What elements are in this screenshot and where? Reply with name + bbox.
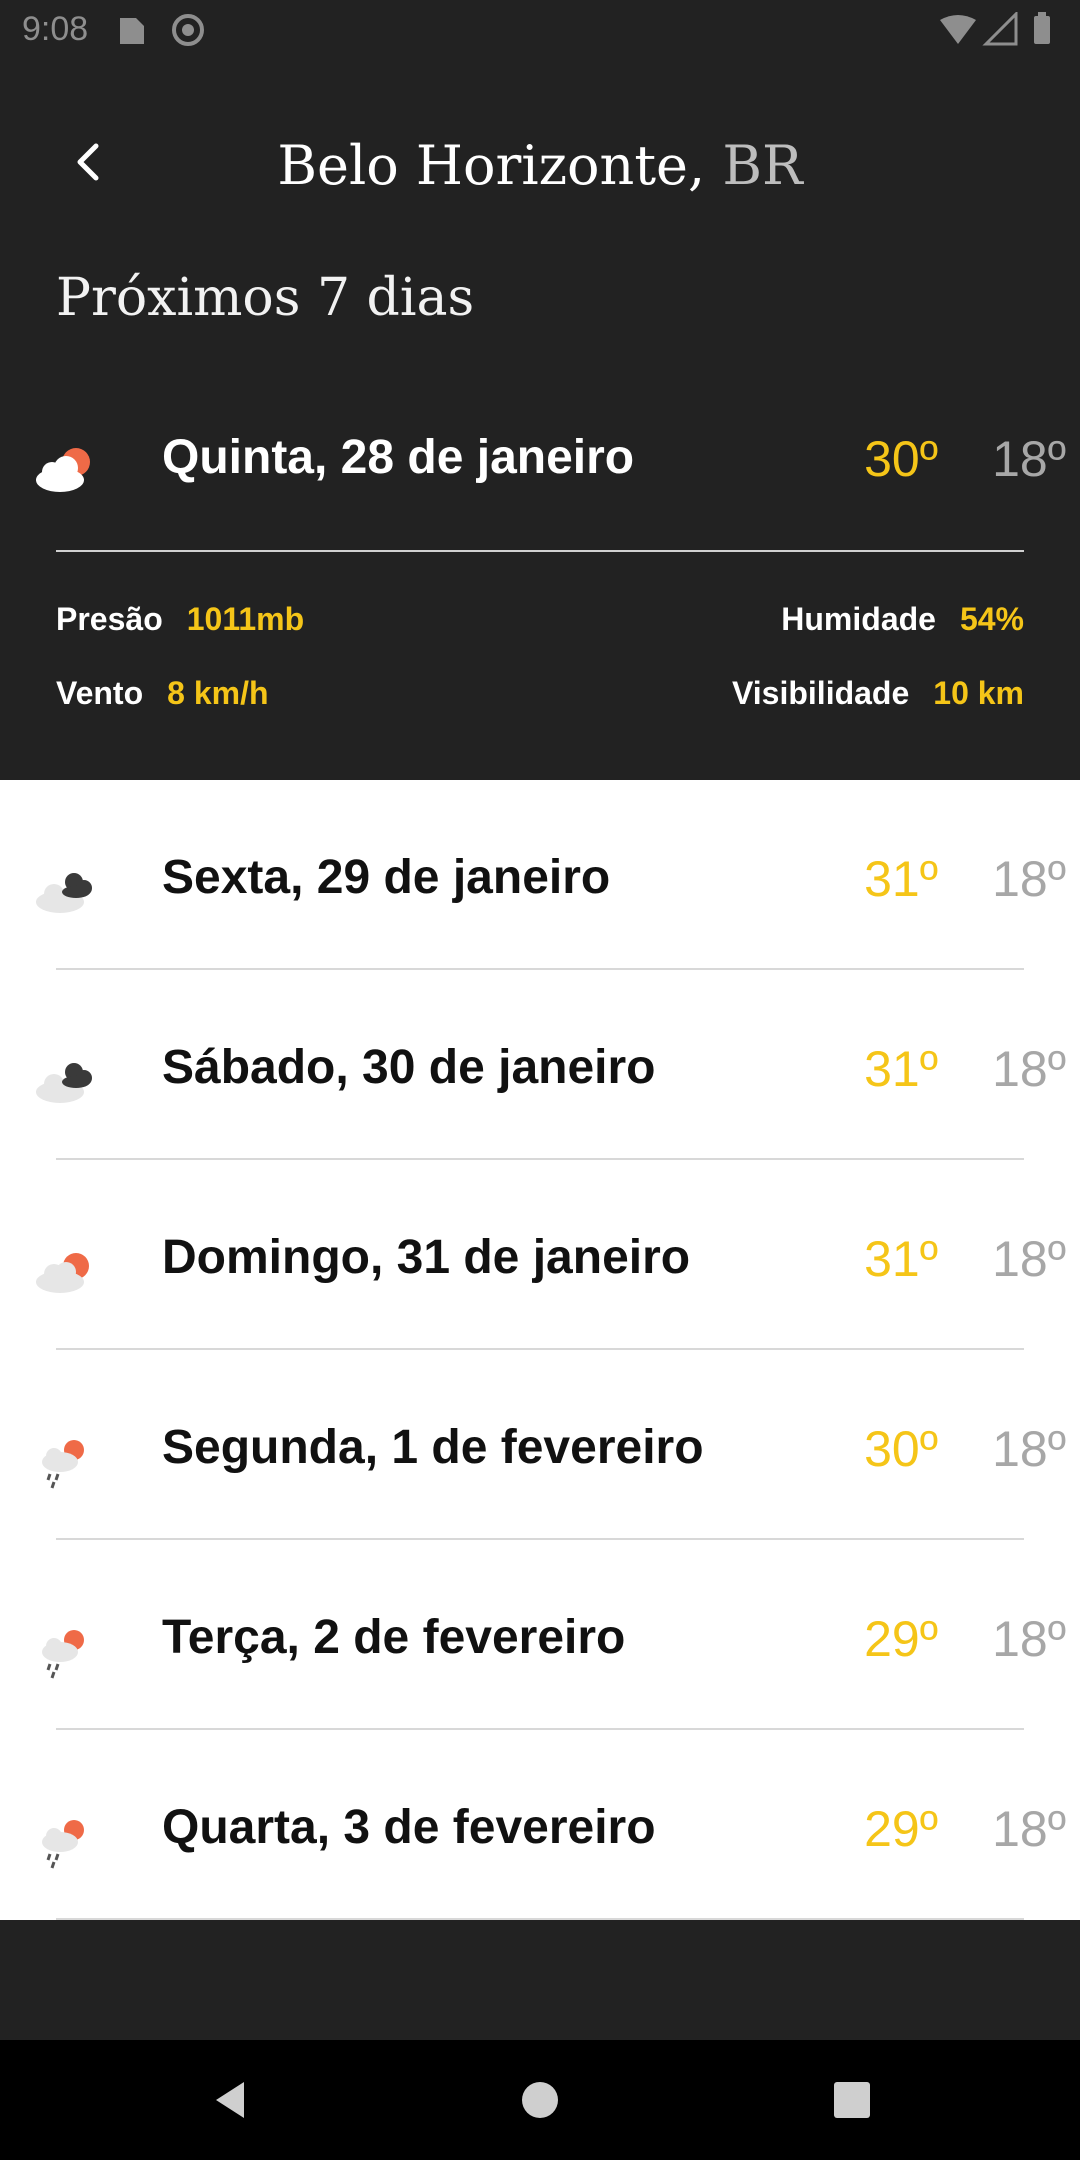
country-code: BR <box>722 134 803 197</box>
wind-label: Vento <box>56 675 144 711</box>
today-divider <box>56 550 1024 552</box>
wind-value: 8 km/h <box>167 675 269 711</box>
rain-sun-icon <box>30 1810 100 1870</box>
circle-home-icon <box>522 2082 558 2118</box>
forecast-row[interactable]: Quarta, 3 de fevereiro 29º 18º <box>0 1730 1080 1920</box>
square-recents-icon <box>834 2082 870 2118</box>
forecast-max-temp: 30º <box>864 1421 938 1477</box>
pressure-value: 1011mb <box>186 601 305 637</box>
forecast-min-temp: 18º <box>992 1421 1066 1477</box>
visibility-value: 10 km <box>933 675 1024 711</box>
forecast-day-label: Quarta, 3 de fevereiro <box>162 1801 656 1854</box>
nav-back-button[interactable] <box>200 2070 260 2130</box>
wind-detail: Vento 8 km/h <box>56 675 269 712</box>
today-row[interactable]: Quinta, 28 de janeiro 30º 18º <box>0 400 1080 520</box>
pressure-detail: Presão 1011mb <box>56 601 304 638</box>
cloudy-icon <box>30 860 100 920</box>
section-title: Próximos 7 dias <box>56 268 475 328</box>
status-right-icons <box>938 10 1058 57</box>
status-left-icons <box>116 12 206 57</box>
rain-sun-icon <box>30 1620 100 1680</box>
forecast-max-temp: 29º <box>864 1611 938 1667</box>
visibility-label: Visibilidade <box>732 675 910 711</box>
rain-sun-icon <box>30 1430 100 1490</box>
today-min-temp: 18º <box>992 431 1066 487</box>
forecast-max-temp: 31º <box>864 1041 938 1097</box>
forecast-row[interactable]: Segunda, 1 de fevereiro 30º 18º <box>0 1350 1080 1540</box>
pressure-label: Presão <box>56 601 163 637</box>
today-details: Presão 1011mb Humidade 54% Vento 8 km/h Vis… <box>0 595 1080 745</box>
status-time: 9:08 <box>22 10 89 48</box>
title-separator: , <box>687 134 706 197</box>
forecast-day-label: Sábado, 30 de janeiro <box>162 1041 656 1094</box>
nav-recents-button[interactable] <box>822 2070 882 2130</box>
humidity-label: Humidade <box>781 601 936 637</box>
partly-cloudy-sun-icon <box>30 440 100 500</box>
cloudy-icon <box>30 1050 100 1110</box>
forecast-row[interactable]: Terça, 2 de fevereiro 29º 18º <box>0 1540 1080 1730</box>
nav-home-button[interactable] <box>510 2070 570 2130</box>
signal-battery-icon <box>940 10 1050 46</box>
humidity-detail: Humidade 54% <box>781 601 1024 638</box>
system-nav-bar <box>0 2040 1080 2160</box>
today-max-temp: 30º <box>864 431 938 487</box>
forecast-list: Sexta, 29 de janeiro 31º 18º Sábado, 30 … <box>0 780 1080 1920</box>
forecast-row[interactable]: Domingo, 31 de janeiro 31º 18º <box>0 1160 1080 1350</box>
forecast-min-temp: 18º <box>992 851 1066 907</box>
visibility-detail: Visibilidade 10 km <box>732 675 1024 712</box>
triangle-back-icon <box>216 2082 244 2118</box>
forecast-day-label: Sexta, 29 de janeiro <box>162 851 611 904</box>
forecast-max-temp: 31º <box>864 851 938 907</box>
bottom-spacer <box>0 1920 1080 2040</box>
today-label: Quinta, 28 de janeiro <box>162 431 635 484</box>
forecast-min-temp: 18º <box>992 1231 1066 1287</box>
forecast-row[interactable]: Sábado, 30 de janeiro 31º 18º <box>0 970 1080 1160</box>
forecast-max-temp: 31º <box>864 1231 938 1287</box>
forecast-day-label: Terça, 2 de fevereiro <box>162 1611 626 1664</box>
forecast-min-temp: 18º <box>992 1801 1066 1857</box>
page-title: Belo Horizonte, BR <box>0 134 1080 197</box>
app-header: Belo Horizonte, BR <box>0 90 1080 230</box>
forecast-max-temp: 29º <box>864 1801 938 1857</box>
status-bar: 9:08 <box>0 0 1080 60</box>
forecast-row[interactable]: Sexta, 29 de janeiro 31º 18º <box>0 780 1080 970</box>
sd-card-icon <box>120 14 204 46</box>
partly-cloudy-sun-icon <box>30 1240 100 1300</box>
today-forecast[interactable]: Quinta, 28 de janeiro 30º 18º Presão 1011… <box>0 400 1080 780</box>
forecast-day-label: Domingo, 31 de janeiro <box>162 1231 691 1284</box>
forecast-day-label: Segunda, 1 de fevereiro <box>162 1421 704 1474</box>
forecast-min-temp: 18º <box>992 1041 1066 1097</box>
city-name: Belo Horizonte <box>277 134 688 197</box>
humidity-value: 54% <box>959 601 1024 637</box>
forecast-min-temp: 18º <box>992 1611 1066 1667</box>
